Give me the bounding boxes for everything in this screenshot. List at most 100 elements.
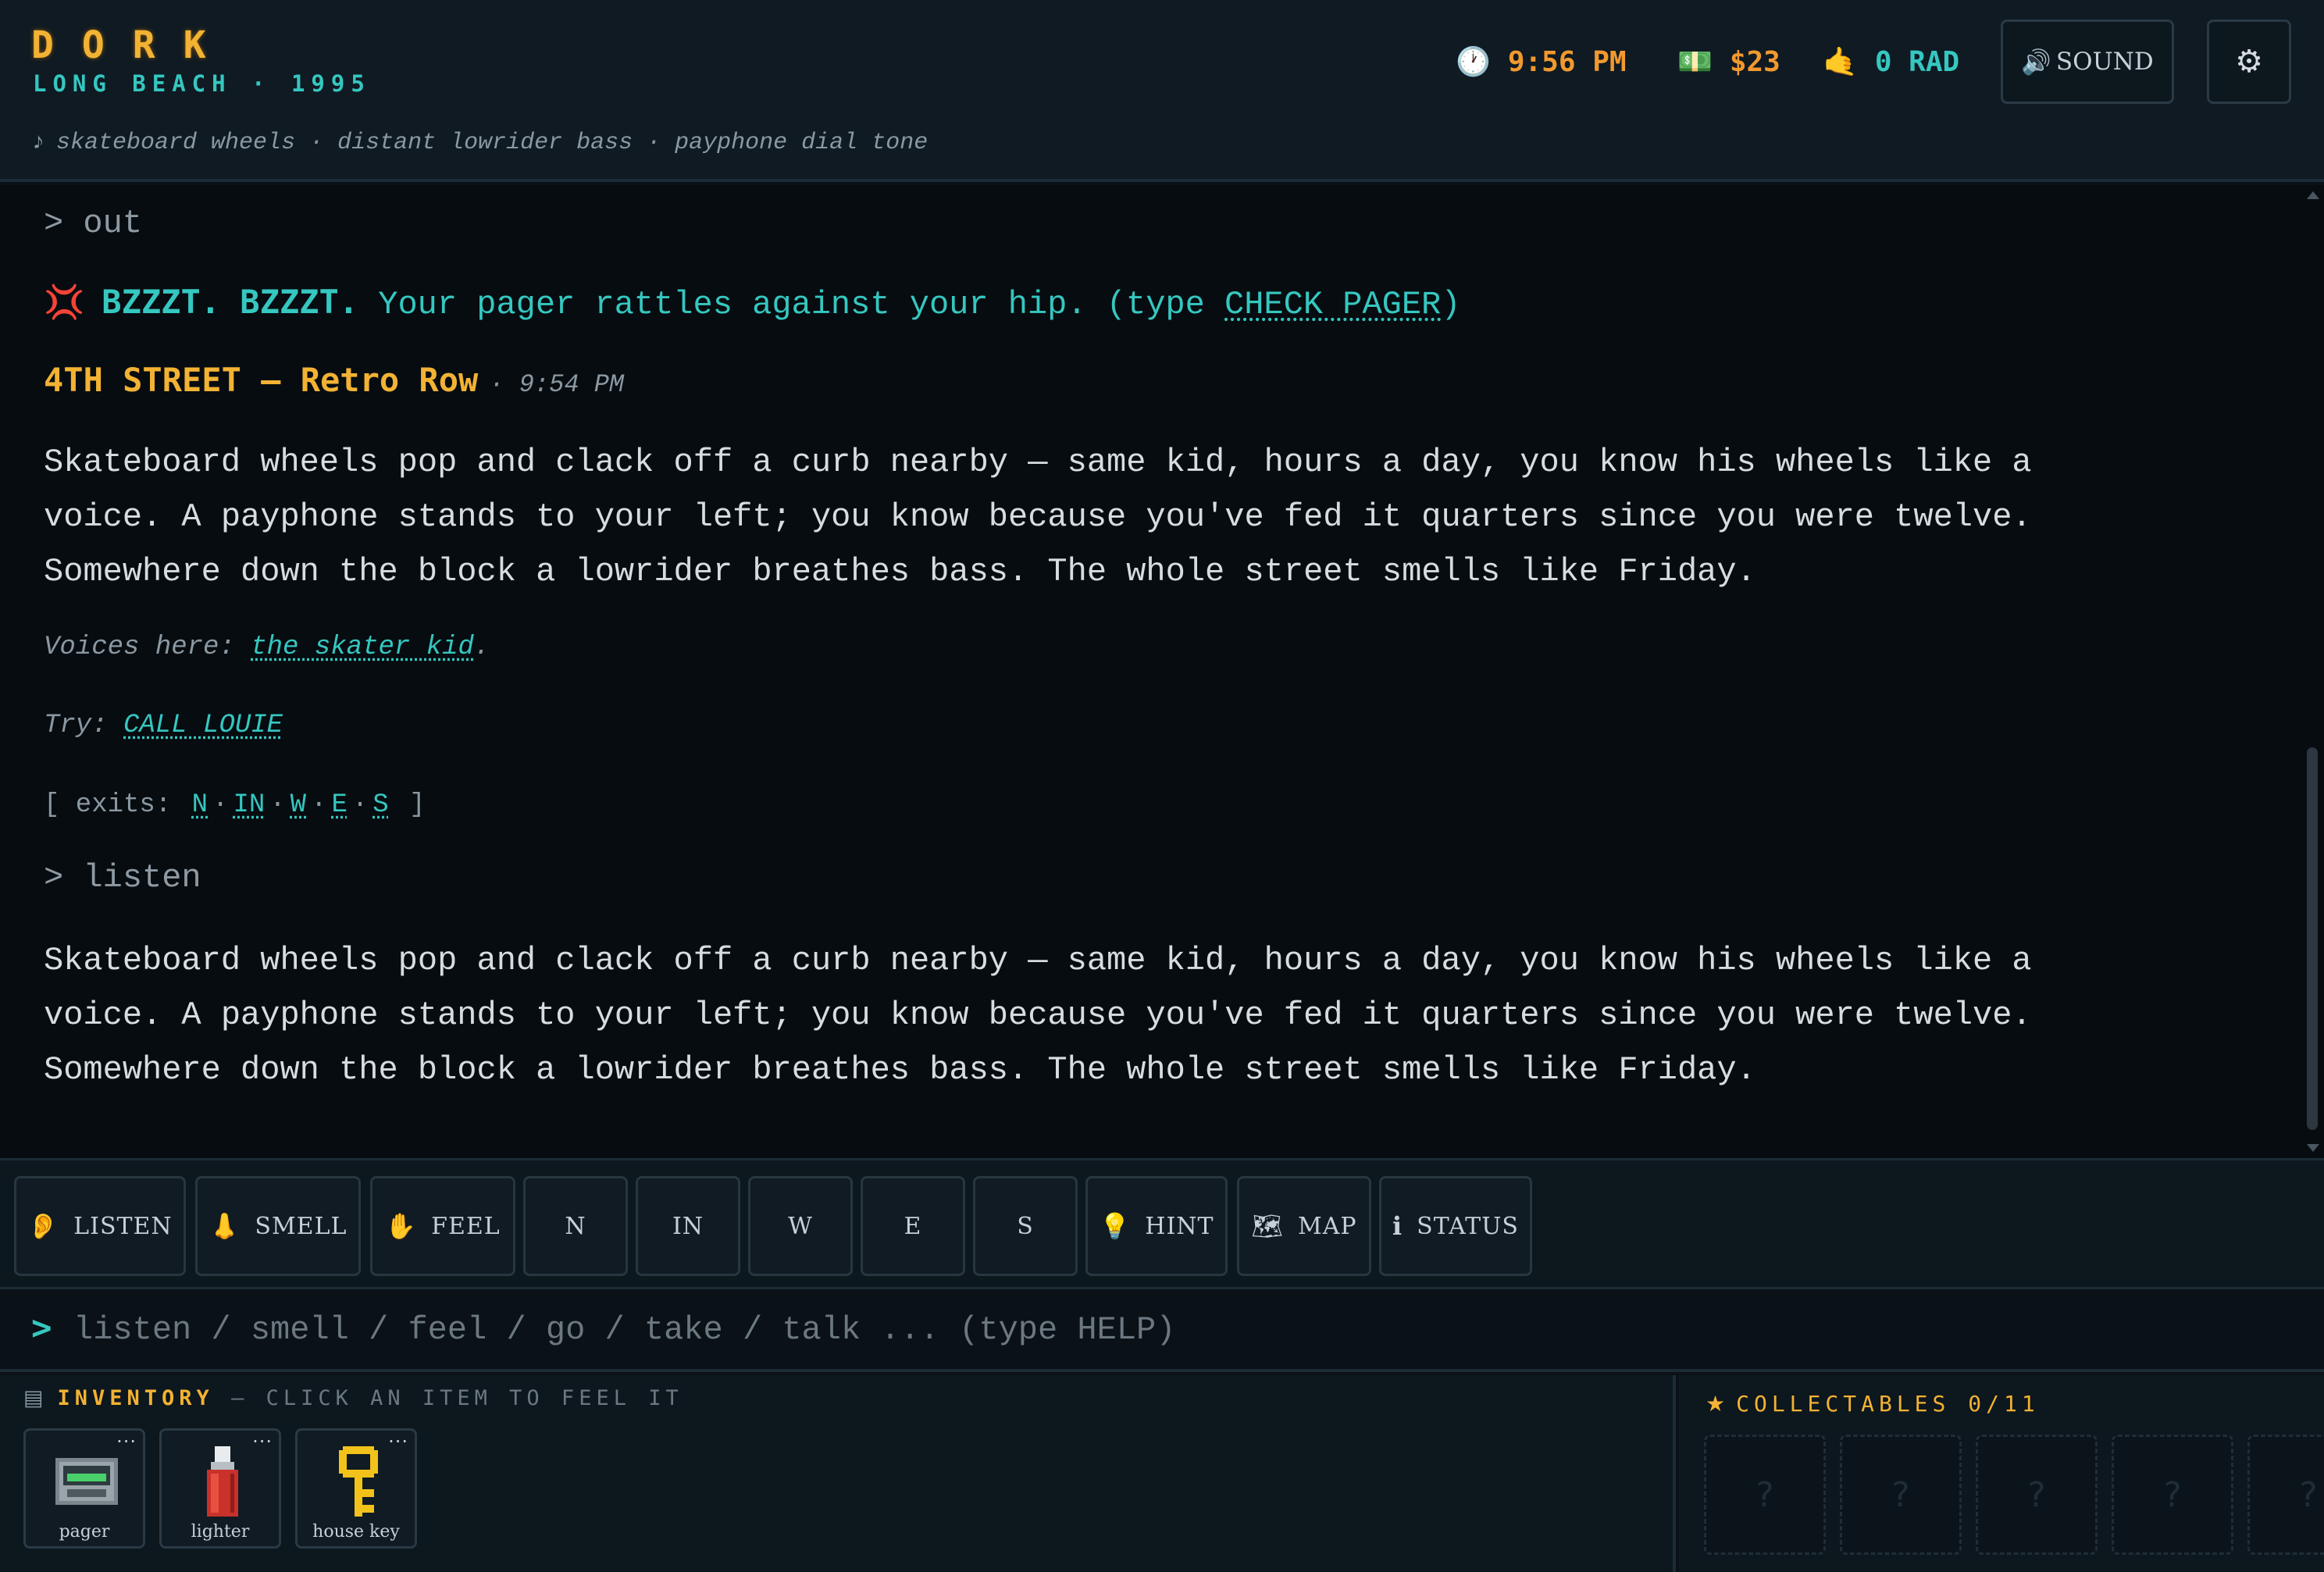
voices-line: Voices here: the skater kid.	[44, 633, 490, 662]
log-scrollbar[interactable]	[2301, 185, 2324, 1158]
description-line: Somewhere down the block a lowrider brea…	[44, 1051, 1756, 1089]
speaker-icon: 🔊	[2021, 48, 2051, 77]
go-west-button[interactable]: W	[748, 1176, 853, 1276]
try-line: Try: CALL LOUIE	[44, 711, 283, 740]
go-in-button[interactable]: IN	[636, 1176, 740, 1276]
collectable-slot[interactable]: ?	[1976, 1435, 2098, 1555]
location-time: · 9:54 PM	[489, 370, 625, 399]
feel-button[interactable]: ✋ FEEL	[370, 1176, 515, 1276]
scroll-up-arrow[interactable]	[2307, 191, 2319, 199]
hand-icon: ✋	[385, 1211, 418, 1241]
pager-close: )	[1441, 286, 1461, 323]
command-input[interactable]	[72, 1300, 2290, 1360]
exit-w-link[interactable]: W	[290, 790, 306, 820]
collectable-slot[interactable]: ?	[1704, 1435, 1826, 1555]
inventory-subtitle: — CLICK AN ITEM TO FEEL IT	[213, 1386, 683, 1410]
inventory-item-lighter[interactable]: ··· lighter	[159, 1428, 281, 1549]
exits-open: [ exits:	[44, 790, 187, 820]
hint-button[interactable]: 💡 HINT	[1085, 1176, 1228, 1276]
map-label: MAP	[1298, 1212, 1357, 1240]
more-icon[interactable]: ···	[388, 1431, 408, 1453]
listen-label: LISTEN	[73, 1212, 173, 1240]
game-subtitle: LONG BEACH · 1995	[33, 70, 371, 97]
shaka-icon: 🤙	[1823, 46, 1858, 78]
echoed-command: > out	[44, 205, 143, 242]
collectables-title: COLLECTABLES 0/11	[1736, 1391, 2040, 1417]
exit-n-link[interactable]: N	[192, 790, 208, 820]
description-line: Skateboard wheels pop and clack off a cu…	[44, 942, 2032, 979]
game-title: DORK	[31, 23, 234, 67]
go-east-button[interactable]: E	[861, 1176, 965, 1276]
star-icon: ★	[1706, 1391, 1726, 1417]
exit-in-link[interactable]: IN	[233, 790, 265, 820]
prompt-caret: >	[31, 1308, 52, 1348]
smell-label: SMELL	[255, 1212, 348, 1240]
info-icon: ℹ	[1392, 1211, 1403, 1241]
exit-separator: ·	[351, 790, 369, 820]
exit-separator: ·	[212, 790, 229, 820]
inventory-panel: ▤ INVENTORY — CLICK AN ITEM TO FEEL IT ··…	[0, 1375, 1676, 1572]
status-button[interactable]: ℹ STATUS	[1379, 1176, 1532, 1276]
status-label: STATUS	[1417, 1212, 1519, 1240]
clock-stat: 🕐 9:56 PM	[1456, 44, 1627, 80]
east-label: E	[904, 1212, 922, 1240]
command-bar: >	[0, 1289, 2324, 1372]
collectable-slot[interactable]: ?	[2247, 1435, 2324, 1555]
scroll-thumb[interactable]	[2307, 747, 2318, 1130]
location-name: 4TH STREET — Retro Row	[44, 361, 479, 399]
ear-icon: 👂	[27, 1211, 60, 1241]
more-icon[interactable]: ···	[116, 1431, 137, 1453]
voices-end: .	[473, 633, 490, 662]
exit-s-link[interactable]: S	[372, 790, 388, 820]
in-label: IN	[672, 1212, 704, 1240]
inventory-item-pager[interactable]: ··· pager	[23, 1428, 145, 1549]
ambience-text: skateboard wheels · distant lowrider bas…	[56, 130, 929, 156]
pager-icon	[55, 1458, 118, 1505]
map-button[interactable]: 🗺 MAP	[1237, 1176, 1371, 1276]
item-label: lighter	[191, 1522, 250, 1542]
pager-text: Your pager rattles against your hip. (ty…	[358, 286, 1225, 323]
exit-e-link[interactable]: E	[331, 790, 347, 820]
settings-button[interactable]: ⚙	[2207, 20, 2291, 104]
go-south-button[interactable]: S	[973, 1176, 1078, 1276]
skater-kid-link[interactable]: the skater kid	[251, 633, 474, 662]
lighter-icon	[207, 1446, 238, 1517]
lightbulb-icon: 💡	[1099, 1211, 1132, 1241]
call-louie-link[interactable]: CALL LOUIE	[123, 711, 283, 740]
action-bar: 👂 LISTEN 👃 SMELL ✋ FEEL N IN W E S 💡 HINT 🗺 M…	[0, 1158, 2324, 1289]
item-label: pager	[59, 1522, 110, 1542]
item-label: house key	[312, 1522, 400, 1542]
inventory-heading: ▤ INVENTORY — CLICK AN ITEM TO FEEL IT	[23, 1386, 683, 1410]
check-pager-link[interactable]: CHECK PAGER	[1224, 286, 1441, 323]
inventory-icon: ▤	[23, 1386, 44, 1410]
collectable-slot[interactable]: ?	[2112, 1435, 2233, 1555]
sound-button[interactable]: 🔊 SOUND	[2001, 20, 2174, 104]
nose-icon: 👃	[209, 1211, 241, 1241]
location-heading: 4TH STREET — Retro Row · 9:54 PM	[44, 361, 624, 401]
music-note-icon: ♪	[31, 130, 46, 156]
rad-stat: 🤙 0 RAD	[1823, 44, 1959, 80]
clock-icon: 🕐	[1456, 46, 1491, 78]
smell-button[interactable]: 👃 SMELL	[195, 1176, 361, 1276]
sound-label: SOUND	[2055, 48, 2154, 76]
more-icon[interactable]: ···	[252, 1431, 273, 1453]
collectables-panel: ★ COLLECTABLES 0/11 ? ? ? ? ?	[1679, 1375, 2324, 1572]
description-line: voice. A payphone stands to your left; y…	[44, 498, 2032, 536]
echoed-command: > listen	[44, 859, 201, 897]
collectables-heading: ★ COLLECTABLES 0/11	[1706, 1391, 2040, 1417]
inventory-item-house-key[interactable]: ··· house key	[295, 1428, 417, 1549]
money-icon: 💵	[1677, 46, 1713, 78]
west-label: W	[788, 1212, 813, 1240]
map-icon: 🗺	[1251, 1211, 1285, 1241]
try-label: Try:	[44, 711, 124, 740]
exits-line: [ exits: N · IN · W · E · S ]	[44, 790, 426, 820]
scroll-down-arrow[interactable]	[2307, 1144, 2319, 1152]
pager-buzz: BZZZT. BZZZT.	[102, 283, 359, 321]
go-north-button[interactable]: N	[523, 1176, 628, 1276]
ambience-line: ♪ skateboard wheels · distant lowrider ba…	[31, 130, 928, 156]
collectable-slot[interactable]: ?	[1840, 1435, 1962, 1555]
listen-button[interactable]: 👂 LISTEN	[14, 1176, 186, 1276]
voices-label: Voices here:	[44, 633, 251, 662]
south-label: S	[1017, 1212, 1034, 1240]
description-line: Skateboard wheels pop and clack off a cu…	[44, 444, 2032, 481]
